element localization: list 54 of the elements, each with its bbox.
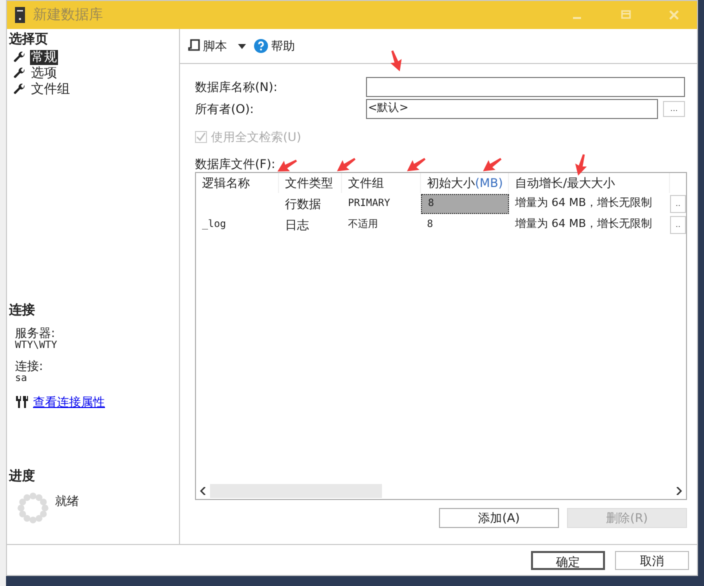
database-name-field[interactable] bbox=[366, 76, 685, 96]
field-label: 所有者(O): bbox=[195, 100, 255, 118]
caret-icon bbox=[238, 44, 246, 48]
scrollbar-thumb[interactable] bbox=[210, 484, 382, 498]
table-cell[interactable]: 8 bbox=[421, 214, 509, 234]
column-header[interactable]: 文件类型 bbox=[279, 173, 342, 193]
scroll-right-icon[interactable] bbox=[676, 487, 682, 495]
sidebar-heading: 选择页 bbox=[9, 31, 49, 49]
table-cell-text: 行数据 bbox=[284, 196, 322, 212]
browse-button[interactable]: ... bbox=[663, 100, 685, 116]
sidebar-item[interactable]: 文件组 bbox=[30, 82, 71, 96]
column-header[interactable]: 初始大小(MB) bbox=[421, 173, 509, 193]
script-button[interactable]: 脚本 bbox=[188, 37, 246, 55]
script-icon bbox=[188, 39, 200, 53]
progress-status: 就绪 bbox=[55, 493, 79, 510]
action-button[interactable]: 添加(A) bbox=[439, 508, 559, 528]
sidebar-item[interactable]: 常规 bbox=[30, 50, 58, 64]
section-heading: 连接 bbox=[9, 302, 36, 320]
login-name: sa bbox=[15, 372, 28, 384]
close-icon[interactable] bbox=[669, 10, 679, 20]
server-name: WTY\WTY bbox=[15, 340, 58, 352]
table-cell-text: 不适用 bbox=[347, 218, 379, 232]
server-label: 服务器: bbox=[15, 326, 56, 340]
sidebar-item[interactable]: 选项 bbox=[30, 66, 58, 80]
edit-button[interactable]: .. bbox=[670, 216, 686, 234]
wrench-icon bbox=[13, 82, 26, 96]
owner-field[interactable]: <默认> bbox=[366, 98, 658, 118]
help-icon bbox=[254, 39, 268, 53]
connection-properties-link[interactable]: 查看连接属性 bbox=[33, 392, 105, 410]
server-icon bbox=[15, 7, 25, 23]
wrench-icon bbox=[13, 66, 26, 80]
dialog-button[interactable]: 取消 bbox=[615, 550, 689, 570]
table-cell-text: PRIMARY bbox=[347, 197, 392, 211]
column-header[interactable]: 逻辑名称 bbox=[196, 173, 279, 193]
dialog-button[interactable]: 确定 bbox=[531, 550, 605, 570]
table-cell-text: 增量为 64 MB，增长无限制 bbox=[514, 195, 654, 212]
spinner-icon bbox=[17, 492, 49, 524]
help-button[interactable]: 帮助 bbox=[254, 37, 295, 55]
edit-button[interactable]: .. bbox=[670, 194, 686, 212]
login-label: 连接: bbox=[15, 360, 44, 372]
window-title: 新建数据库 bbox=[33, 6, 103, 24]
section-heading: 进度 bbox=[9, 468, 36, 486]
table-cell-text: 日志 bbox=[284, 216, 310, 234]
section-label: 数据库文件(F): bbox=[195, 157, 276, 171]
table-cell-text: 增量为 64 MB，增长无限制 bbox=[514, 216, 654, 232]
table-cell[interactable]: 8 bbox=[421, 194, 509, 214]
table-cell-text: _log bbox=[201, 218, 228, 232]
wrench-icon bbox=[13, 50, 26, 64]
fulltext-label: 使用全文检索(U) bbox=[211, 129, 302, 146]
column-header[interactable]: 文件组 bbox=[342, 173, 421, 193]
scroll-left-icon[interactable] bbox=[200, 487, 206, 495]
maximize-icon[interactable] bbox=[621, 10, 631, 20]
plug-icon bbox=[15, 396, 29, 408]
field-label: 数据库名称(N): bbox=[195, 78, 278, 96]
